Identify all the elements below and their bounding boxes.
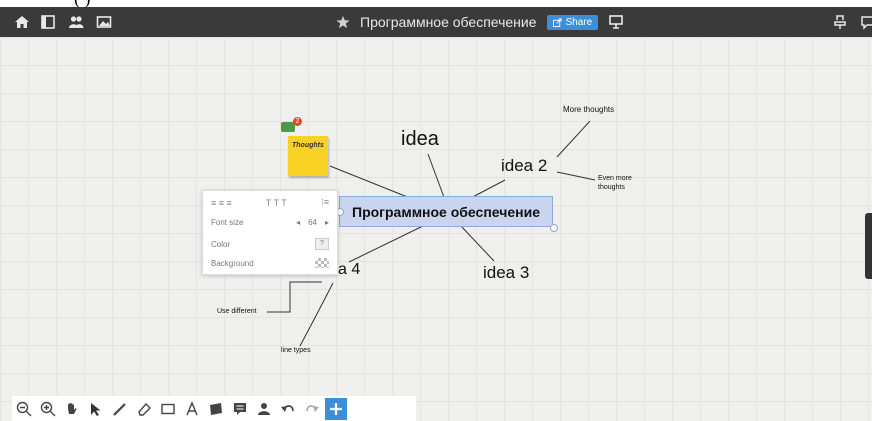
color-row: Color ?: [211, 238, 329, 250]
rectangle-icon: [161, 403, 175, 414]
resize-handle[interactable]: [550, 224, 558, 232]
cursor-icon: [91, 402, 101, 416]
text-icon: [186, 400, 198, 415]
connector-idea3: [459, 224, 495, 262]
background-row: Background: [211, 258, 329, 268]
pen-icon: [113, 402, 126, 416]
node-idea-4[interactable]: a 4: [338, 261, 360, 279]
eraser-button[interactable]: [133, 398, 155, 420]
person-button[interactable]: [253, 398, 275, 420]
node-more-thoughts[interactable]: More thoughts: [563, 105, 614, 114]
comment-count-badge: 2: [293, 117, 302, 126]
person-icon: [258, 402, 270, 415]
central-topic-label: Программное обеспечение: [352, 203, 540, 220]
font-size-stepper[interactable]: ◂ 64 ▸: [296, 218, 329, 227]
node-even-more-line2[interactable]: thoughts: [598, 184, 625, 191]
add-button[interactable]: [325, 397, 347, 420]
connector-thoughts: [329, 165, 416, 201]
connector-use-different: [267, 281, 322, 313]
node-use-different[interactable]: Use different: [217, 308, 257, 315]
background-picker[interactable]: [315, 258, 329, 268]
line-button[interactable]: [109, 398, 131, 420]
plus-icon: [330, 402, 342, 415]
sticky-note-icon: [210, 402, 222, 415]
zoom-in-button[interactable]: [37, 398, 59, 420]
sticky-note[interactable]: Thoughts: [288, 136, 328, 176]
rectangle-button[interactable]: [157, 398, 179, 420]
font-size-row: Font size ◂ 64 ▸: [211, 218, 329, 227]
undo-button[interactable]: [277, 398, 299, 420]
font-size-label: Font size: [211, 218, 244, 227]
zoom-in-icon: [40, 401, 56, 416]
pan-button[interactable]: [61, 398, 83, 420]
select-button[interactable]: [85, 398, 107, 420]
bottom-toolbar: [12, 396, 416, 421]
color-picker[interactable]: ?: [315, 238, 329, 250]
connector-even-more: [556, 171, 596, 181]
side-panel-tab[interactable]: [865, 213, 872, 279]
comment-icon: [234, 402, 246, 415]
increase-icon[interactable]: ▸: [325, 218, 329, 227]
comment-button[interactable]: [229, 398, 251, 420]
eraser-icon: [138, 402, 151, 416]
connector-idea: [427, 153, 446, 201]
hand-icon: [68, 402, 77, 414]
list-button[interactable]: ⁝≡: [321, 197, 329, 208]
node-idea-3[interactable]: idea 3: [483, 263, 529, 283]
align-buttons[interactable]: ≡ ≡ ≡: [211, 198, 232, 208]
sticky-text: Thoughts: [292, 142, 324, 149]
undo-icon: [281, 404, 294, 412]
redo-icon: [306, 404, 319, 412]
font-size-value: 64: [308, 218, 317, 227]
redo-button[interactable]: [301, 398, 323, 420]
decrease-icon[interactable]: ◂: [296, 218, 300, 227]
central-topic[interactable]: Программное обеспечение: [339, 196, 553, 227]
connector-line-types: [299, 282, 334, 347]
node-line-types[interactable]: line types: [281, 347, 311, 354]
color-label: Color: [211, 239, 231, 249]
connector-more-thoughts: [556, 120, 591, 158]
format-row: ≡ ≡ ≡ T T T ⁝≡: [211, 197, 329, 208]
node-idea-2[interactable]: idea 2: [501, 156, 547, 176]
zoom-out-icon: [16, 401, 32, 416]
format-panel: ≡ ≡ ≡ T T T ⁝≡ Font size ◂ 64 ▸ Color ? …: [202, 190, 338, 275]
text-button[interactable]: [181, 398, 203, 420]
sticky-note-button[interactable]: [205, 398, 227, 420]
text-style-buttons[interactable]: T T T: [266, 198, 287, 208]
zoom-out-button[interactable]: [13, 398, 35, 420]
node-idea[interactable]: idea: [401, 128, 439, 151]
background-label: Background: [211, 258, 254, 268]
connector-idea4: [348, 224, 426, 263]
node-even-more-line1[interactable]: Even more: [598, 175, 632, 182]
